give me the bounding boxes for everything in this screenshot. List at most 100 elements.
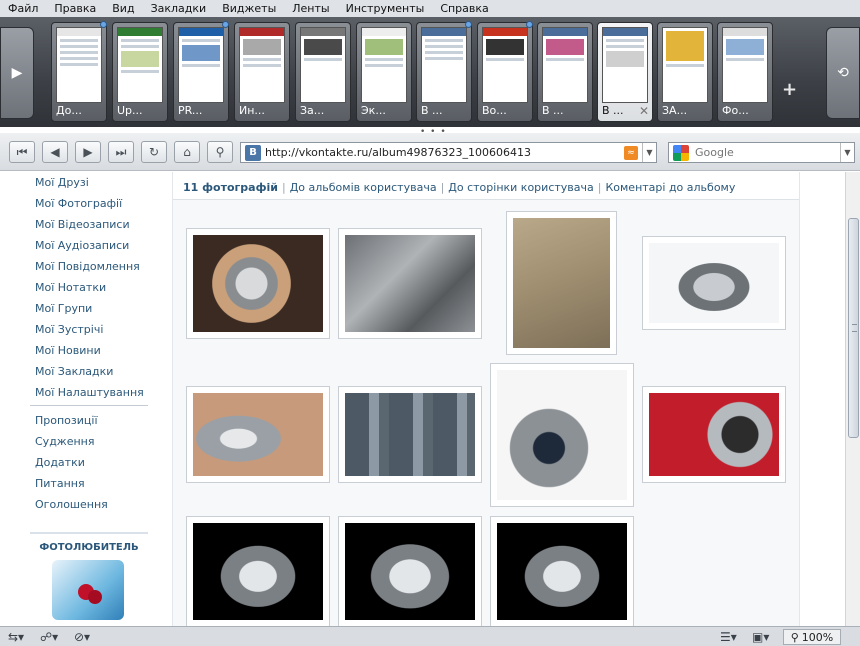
search-input[interactable] — [695, 146, 845, 159]
tab-thumbnail — [602, 27, 648, 103]
panel-toggle-button[interactable]: ▶ — [0, 27, 34, 119]
page-content: Мої Друзі Мої Фотографії Мої Відеозаписи… — [0, 172, 845, 626]
key-button[interactable]: ⚲ — [207, 141, 233, 163]
tab-thumbnail — [482, 27, 528, 103]
tab-8[interactable]: Во... — [477, 21, 533, 122]
sidebar-item-settings[interactable]: Мої Налаштування — [35, 386, 144, 399]
sidebar-item-news[interactable]: Мої Новини — [35, 344, 101, 357]
tab-9[interactable]: В ... — [537, 22, 593, 122]
tab-1[interactable]: До... — [51, 21, 107, 122]
tab-thumbnail — [56, 27, 102, 103]
tab-3[interactable]: PR... — [173, 21, 229, 122]
rewind-icon: ⏮ — [16, 144, 28, 159]
trash-button[interactable]: ⟲ — [826, 27, 860, 119]
tab-label: За... — [300, 104, 325, 117]
sidebar-item-photos[interactable]: Мої Фотографії — [35, 197, 122, 210]
sidebar-item-events[interactable]: Мої Зустрічі — [35, 323, 103, 336]
reload-button[interactable]: ↻ — [141, 141, 167, 163]
search-box[interactable]: ▼ — [668, 142, 855, 163]
turbo-icon[interactable]: ⇆▾ — [8, 630, 24, 644]
sidebar-item-ads[interactable]: Оголошення — [35, 498, 108, 511]
promo-title[interactable]: ФОТОЛЮБИТЕЛЬ — [30, 532, 148, 553]
photo-thumbnail[interactable] — [338, 228, 482, 339]
menu-widgets[interactable]: Виджеты — [214, 2, 284, 15]
back-button[interactable]: ◀ — [42, 141, 68, 163]
tab-11[interactable]: ЗА... — [657, 22, 713, 122]
menu-tools[interactable]: Инструменты — [338, 2, 433, 15]
tab-label: До... — [56, 104, 82, 117]
menu-feeds[interactable]: Ленты — [284, 2, 337, 15]
photo-thumbnail[interactable] — [642, 236, 786, 330]
google-icon[interactable] — [673, 144, 689, 161]
rewind-button[interactable]: ⏮ — [9, 141, 35, 163]
panel-toggle-icon: ▶ — [11, 65, 23, 81]
menu-bookmarks[interactable]: Закладки — [143, 2, 215, 15]
sidebar-item-friends[interactable]: Мої Друзі — [35, 176, 89, 189]
photo-thumbnail[interactable] — [338, 516, 482, 626]
tab-indicator — [465, 21, 472, 28]
sidebar-item-audio[interactable]: Мої Аудіозаписи — [35, 239, 129, 252]
status-bar: ⇆▾ ☍▾ ⊘▾ ☰▾ ▣▾ ⚲ 100% — [0, 626, 860, 646]
sidebar-item-videos[interactable]: Мої Відеозаписи — [35, 218, 130, 231]
promo-image[interactable] — [52, 560, 124, 620]
navigation-bar: ⏮ ◀ ▶ ⏭ ↻ ⌂ ⚲ B http://vkontakte.ru/albu… — [0, 133, 860, 171]
home-icon: ⌂ — [183, 145, 191, 159]
sidebar-item-offers[interactable]: Пропозиції — [35, 414, 98, 427]
menu-view[interactable]: Вид — [104, 2, 142, 15]
rss-icon[interactable]: ≈ — [624, 145, 638, 160]
page-display-icon[interactable]: ☰▾ — [720, 630, 737, 644]
tab-thumbnail — [117, 27, 163, 103]
photo-thumbnail[interactable] — [186, 228, 330, 339]
photo-thumbnail[interactable] — [338, 386, 482, 483]
menu-file[interactable]: Файл — [0, 2, 46, 15]
photo-thumbnail[interactable] — [490, 363, 634, 507]
zoom-level: 100% — [801, 630, 834, 644]
vertical-scrollbar[interactable] — [845, 172, 860, 626]
tab-label: PR... — [178, 104, 203, 117]
close-tab-icon[interactable]: ✕ — [639, 104, 649, 118]
fast-forward-button[interactable]: ⏭ — [108, 141, 134, 163]
sidebar-item-questions[interactable]: Питання — [35, 477, 85, 490]
sidebar-item-opinions[interactable]: Судження — [35, 435, 94, 448]
reload-icon: ↻ — [148, 145, 160, 159]
tab-10-active[interactable]: В ... ✕ — [597, 22, 653, 122]
sidebar-item-apps[interactable]: Додатки — [35, 456, 85, 469]
photo-thumbnail[interactable] — [490, 516, 634, 626]
menu-help[interactable]: Справка — [432, 2, 496, 15]
photo-grid — [173, 199, 799, 626]
sidebar-item-notes[interactable]: Мої Нотатки — [35, 281, 106, 294]
tab-strip: ▶ До... Up... PR... Ин... За... Эк... В … — [0, 17, 860, 127]
plus-icon[interactable]: + — [782, 79, 797, 100]
scrollbar-thumb[interactable] — [848, 218, 859, 438]
tab-7[interactable]: В ... — [416, 21, 472, 122]
link-user-page[interactable]: До сторінки користувача — [448, 181, 593, 194]
photo-thumbnail[interactable] — [186, 516, 330, 626]
url-text[interactable]: http://vkontakte.ru/album49876323_100606… — [265, 146, 624, 159]
tab-12[interactable]: Фо... — [717, 22, 773, 122]
address-dropdown-icon[interactable]: ▼ — [642, 143, 656, 162]
network-icon[interactable]: ☍▾ — [40, 630, 58, 644]
photo-thumbnail[interactable] — [506, 211, 617, 355]
sidebar-item-bookmarks[interactable]: Мої Закладки — [35, 365, 113, 378]
link-album-comments[interactable]: Коментарі до альбому — [605, 181, 735, 194]
search-dropdown-icon[interactable]: ▼ — [840, 143, 854, 162]
tab-thumbnail — [361, 27, 407, 103]
link-user-albums[interactable]: До альбомів користувача — [290, 181, 437, 194]
sidebar-item-groups[interactable]: Мої Групи — [35, 302, 92, 315]
home-button[interactable]: ⌂ — [174, 141, 200, 163]
photo-thumbnail[interactable] — [642, 386, 786, 483]
zoom-control[interactable]: ⚲ 100% — [783, 629, 841, 645]
content-block-icon[interactable]: ⊘▾ — [74, 630, 90, 644]
tab-2[interactable]: Up... — [112, 22, 168, 122]
tab-thumbnail — [662, 27, 708, 103]
photo-thumbnail[interactable] — [186, 386, 330, 483]
tab-5[interactable]: За... — [295, 22, 351, 122]
tab-thumbnail — [722, 27, 768, 103]
tab-6[interactable]: Эк... — [356, 22, 412, 122]
menu-edit[interactable]: Правка — [46, 2, 104, 15]
image-display-icon[interactable]: ▣▾ — [752, 630, 769, 644]
address-bar[interactable]: B http://vkontakte.ru/album49876323_1006… — [240, 142, 657, 163]
sidebar-item-messages[interactable]: Мої Повідомлення — [35, 260, 140, 273]
forward-button[interactable]: ▶ — [75, 141, 101, 163]
tab-4[interactable]: Ин... — [234, 22, 290, 122]
